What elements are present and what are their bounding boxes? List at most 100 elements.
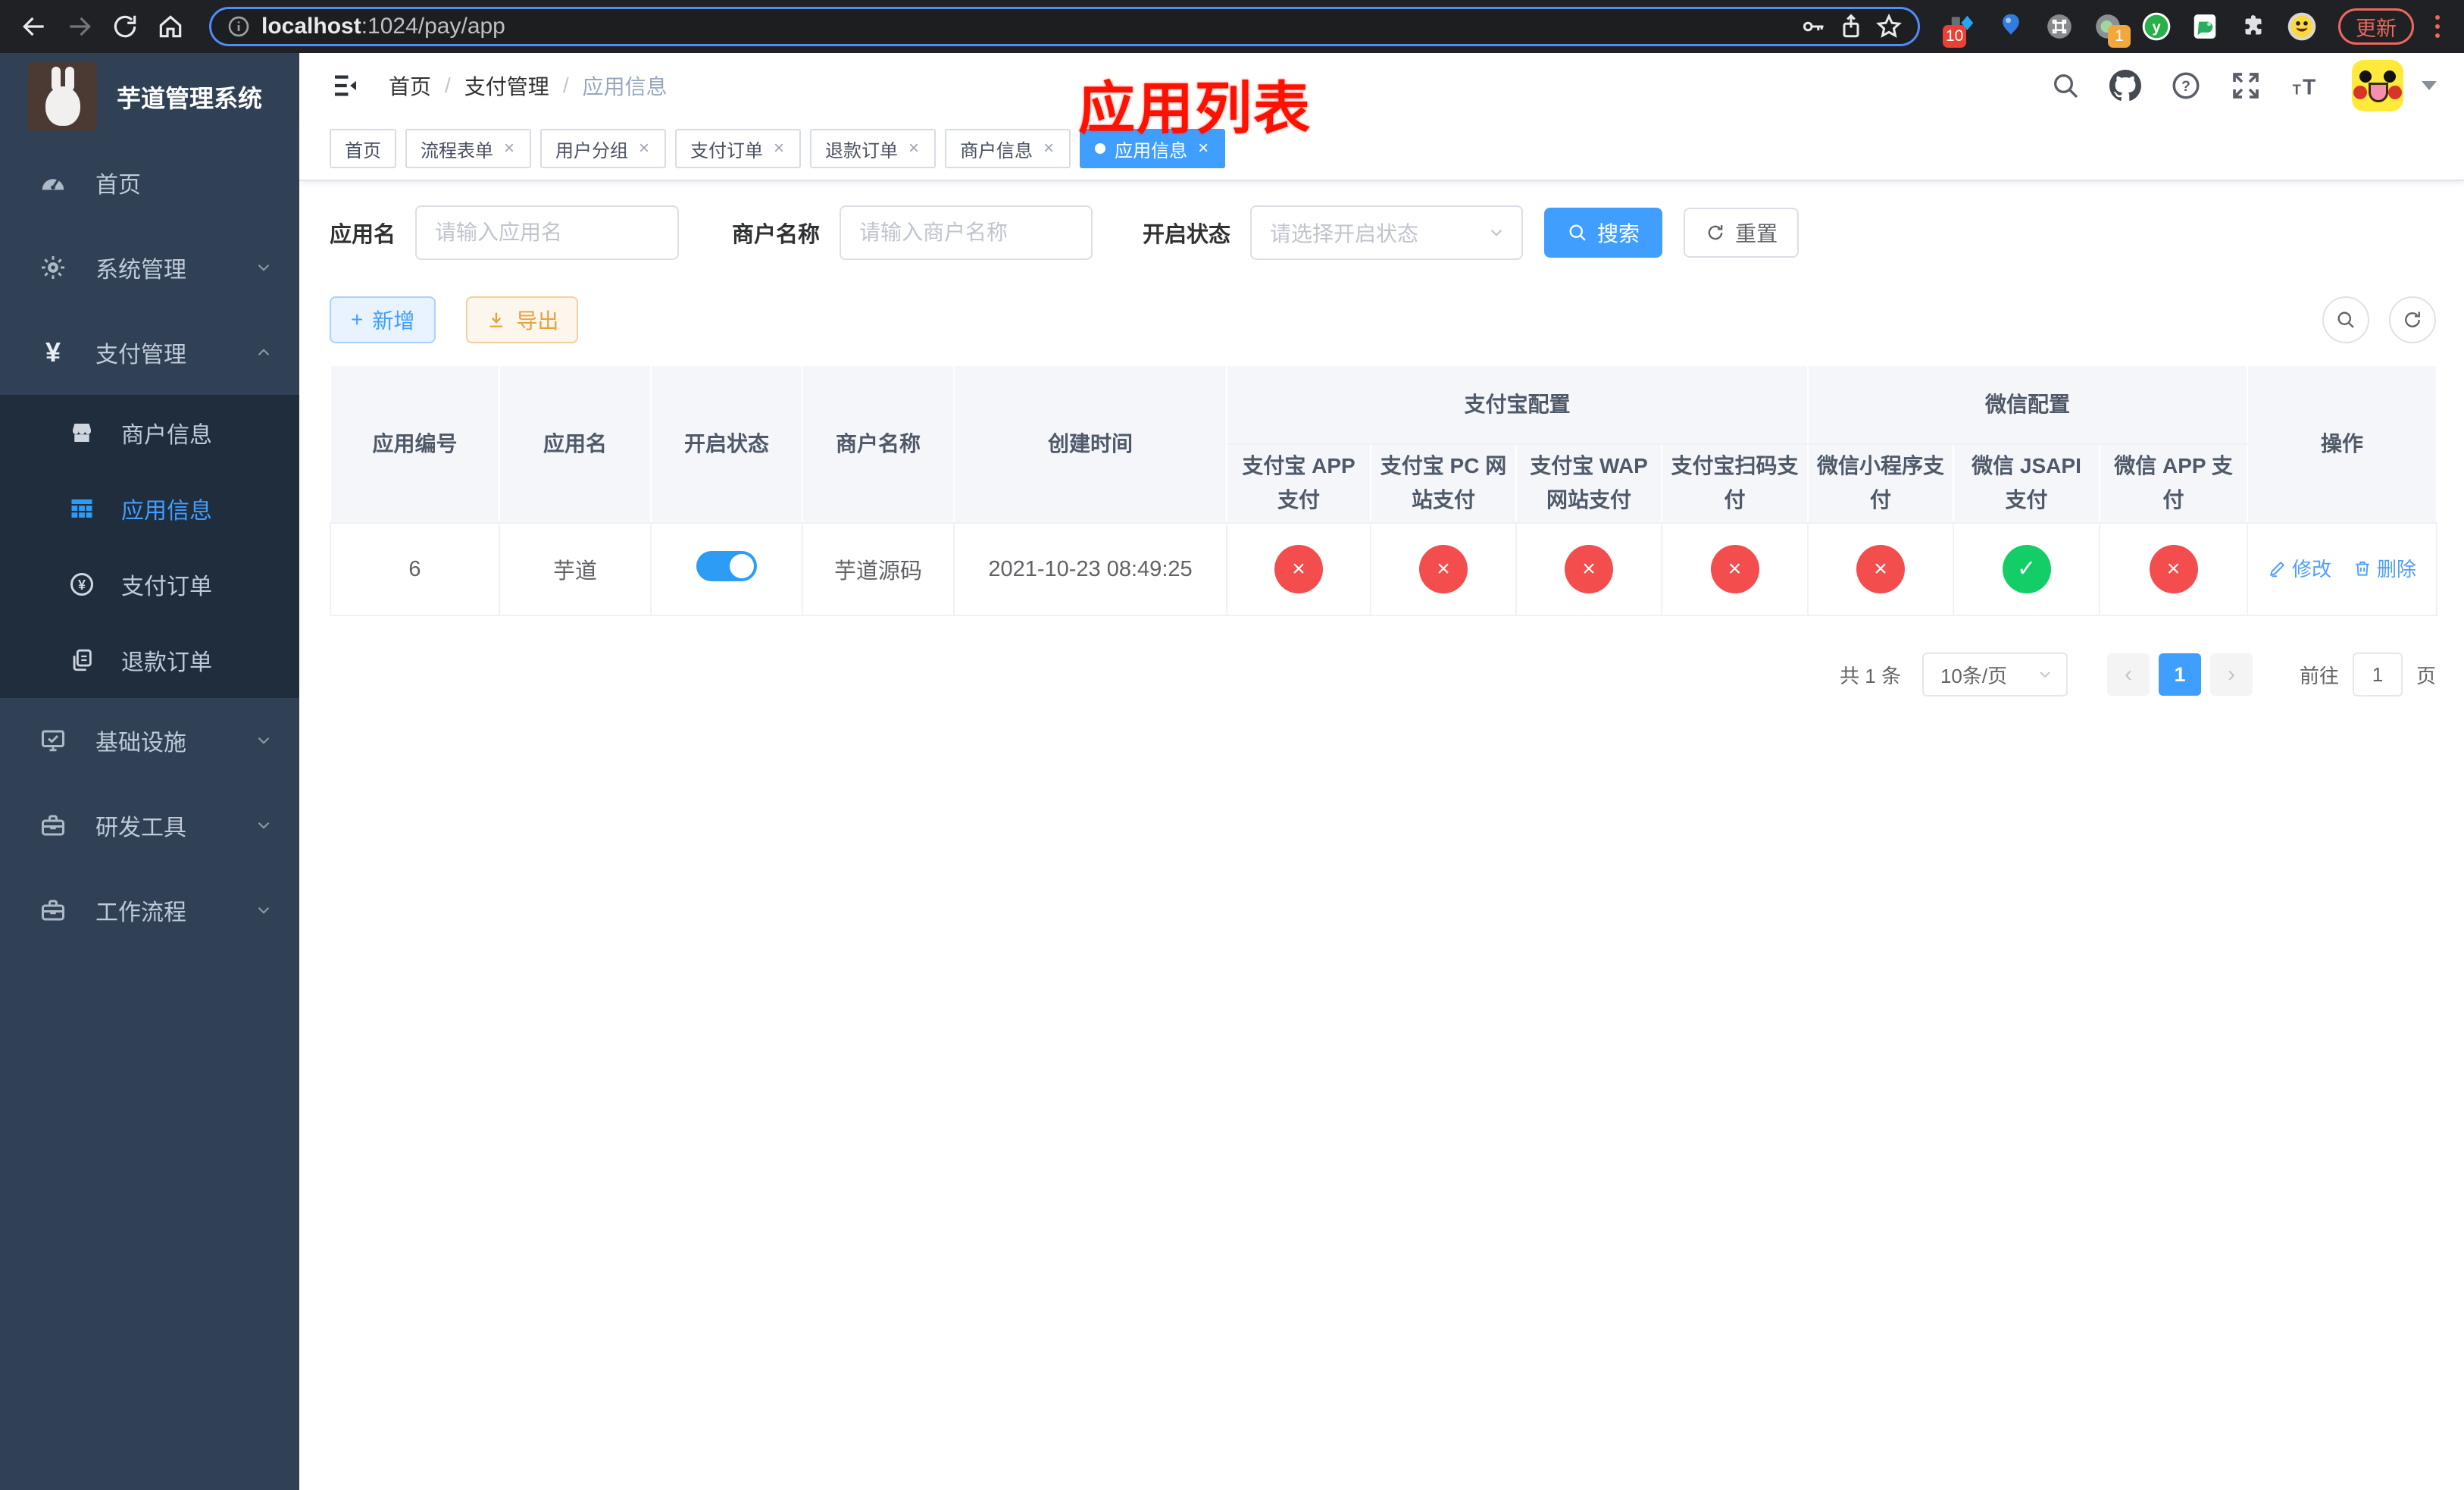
breadcrumb-payment[interactable]: 支付管理 [464, 70, 549, 101]
payment-submenu: 商户信息 应用信息 ¥ 支付订单 退款订单 [0, 395, 299, 698]
logo-image [27, 61, 97, 132]
active-dot [1095, 143, 1106, 154]
extensions-row: 10 1 y [1941, 11, 2323, 48]
close-icon[interactable]: × [772, 138, 786, 159]
extension-emoji-icon[interactable] [2287, 11, 2317, 42]
main-area: 应用列表 首页 / 支付管理 / 应用信息 ? T T 首页 流程表单 × 用户… [299, 53, 2464, 1490]
prev-page-button[interactable]: ‹ [2106, 653, 2150, 696]
close-icon[interactable]: × [502, 138, 516, 159]
address-bar[interactable]: localhost:1024/pay/app [209, 7, 1920, 46]
tab-user-group[interactable]: 用户分组 × [540, 129, 667, 168]
extension-command-icon[interactable] [2044, 11, 2075, 42]
tab-refund-order[interactable]: 退款订单 × [810, 129, 937, 168]
sidebar-item-payment[interactable]: ¥ 支付管理 [0, 310, 299, 395]
grid-table-icon [67, 495, 97, 522]
close-icon[interactable]: × [637, 138, 651, 159]
github-icon[interactable] [2109, 69, 2141, 102]
extension-badge: 10 [1943, 25, 1967, 48]
forward-icon[interactable] [62, 9, 97, 44]
status-label: 开启状态 [1143, 223, 1231, 247]
add-button[interactable]: + 新增 [330, 296, 436, 343]
sidebar-item-workflow[interactable]: 工作流程 [0, 868, 299, 953]
sidebar-item-label: 工作流程 [95, 900, 186, 925]
delete-link[interactable]: 删除 [2353, 554, 2416, 582]
refresh-table-button[interactable] [2389, 296, 2436, 343]
avatar-caret-icon[interactable] [2422, 80, 2437, 90]
extension-blue-diamond-icon[interactable]: 10 [1943, 11, 1978, 48]
merchant-name-input[interactable] [840, 205, 1093, 260]
reset-button[interactable]: 重置 [1684, 208, 1800, 258]
close-icon[interactable]: × [1042, 138, 1055, 159]
page-number-button[interactable]: 1 [2158, 653, 2201, 696]
search-icon[interactable] [2050, 70, 2081, 101]
sidebar-item-app-info[interactable]: 应用信息 [0, 471, 299, 546]
page-info-icon[interactable] [227, 14, 251, 39]
sidebar-item-label: 研发工具 [95, 815, 186, 840]
status-cross-icon: × [1274, 545, 1323, 593]
bookmark-star-icon[interactable] [1875, 13, 1903, 40]
browser-menu-icon[interactable] [2428, 15, 2447, 38]
chevron-down-icon [258, 906, 270, 914]
sidebar-item-pay-order[interactable]: ¥ 支付订单 [0, 546, 299, 622]
extension-proxy-icon[interactable]: 1 [2093, 11, 2131, 48]
browser-update-button[interactable]: 更新 [2338, 8, 2414, 45]
top-navbar: 首页 / 支付管理 / 应用信息 ? T T [299, 53, 2464, 117]
url-text[interactable]: localhost:1024/pay/app [261, 14, 1789, 39]
status-cross-icon: × [1856, 545, 1906, 593]
tab-merchant-info[interactable]: 商户信息 × [945, 129, 1071, 168]
next-page-button[interactable]: › [2209, 653, 2253, 696]
toggle-search-button[interactable] [2322, 296, 2369, 343]
tab-pay-order[interactable]: 支付订单 × [675, 129, 802, 168]
sidebar-collapse-icon[interactable] [319, 62, 372, 109]
fullscreen-icon[interactable] [2231, 70, 2261, 101]
status-toggle[interactable] [696, 551, 757, 581]
extension-balloon-icon[interactable] [1996, 11, 2026, 42]
sidebar-item-home[interactable]: 首页 [0, 140, 299, 225]
status-cross-icon: × [1710, 545, 1759, 593]
tags-view: 首页 流程表单 × 用户分组 × 支付订单 × 退款订单 × 商户信息 × 应用信息 × [299, 117, 2464, 181]
extension-chat-icon[interactable] [2190, 11, 2220, 42]
goto-page-input[interactable] [2352, 653, 2403, 696]
pagination-total: 共 1 条 [1840, 664, 1901, 687]
chevron-down-icon [258, 822, 270, 829]
extension-y-green-icon[interactable]: y [2141, 11, 2172, 42]
home-icon[interactable] [153, 9, 188, 44]
sidebar-item-label: 支付管理 [95, 343, 186, 368]
col-wechat-app: 微信 APP 支付 [2099, 443, 2249, 524]
sidebar-item-merchant-info[interactable]: 商户信息 [0, 395, 299, 471]
reload-icon[interactable] [108, 9, 142, 44]
search-button[interactable]: 搜索 [1544, 208, 1663, 258]
sidebar-logo[interactable]: 芋道管理系统 [0, 53, 299, 140]
edit-link[interactable]: 修改 [2268, 554, 2331, 582]
extensions-puzzle-icon[interactable] [2238, 11, 2269, 42]
svg-text:T: T [2303, 75, 2315, 99]
help-icon[interactable]: ? [2170, 70, 2202, 102]
tab-app-info[interactable]: 应用信息 × [1080, 129, 1226, 168]
export-button[interactable]: 导出 [466, 296, 579, 343]
sidebar-item-system[interactable]: 系统管理 [0, 225, 299, 310]
sidebar-item-infrastructure[interactable]: 基础设施 [0, 698, 299, 783]
share-icon[interactable] [1837, 13, 1865, 40]
yen-icon: ¥ [45, 337, 61, 368]
tab-process-form[interactable]: 流程表单 × [405, 129, 532, 168]
font-size-icon[interactable]: TT [2290, 70, 2323, 101]
breadcrumb-home[interactable]: 首页 [389, 70, 431, 101]
app-name-input[interactable] [415, 205, 680, 260]
sidebar-item-dev-tools[interactable]: 研发工具 [0, 783, 299, 868]
navbar-tools: ? TT [2050, 59, 2437, 111]
tab-home[interactable]: 首页 [330, 129, 396, 168]
status-cross-icon: × [2149, 545, 2198, 593]
chevron-down-icon [1490, 229, 1502, 236]
close-icon[interactable]: × [1196, 138, 1210, 159]
filter-form: 应用名 商户名称 开启状态 请选择开启状态 搜索 重置 [330, 205, 2436, 260]
user-avatar[interactable] [2352, 59, 2403, 111]
password-key-icon[interactable] [1800, 13, 1827, 40]
close-icon[interactable]: × [907, 138, 921, 159]
back-icon[interactable] [17, 9, 52, 44]
sidebar-item-refund-order[interactable]: 退款订单 [0, 622, 299, 698]
status-select[interactable]: 请选择开启状态 [1250, 205, 1524, 260]
breadcrumb-current: 应用信息 [582, 74, 668, 99]
page-size-select[interactable]: 10条/页 [1921, 653, 2068, 696]
table-toolbar: + 新增 导出 [330, 296, 2436, 343]
edit-pencil-icon [2269, 561, 2285, 578]
